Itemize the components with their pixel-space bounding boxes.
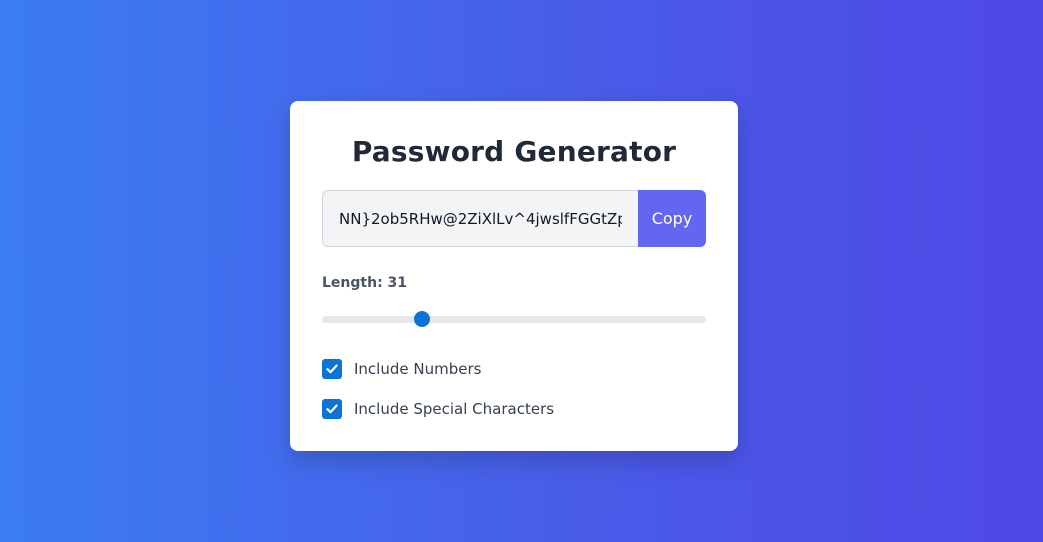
password-output-row: Copy bbox=[322, 190, 706, 247]
length-slider[interactable] bbox=[322, 309, 706, 329]
slider-track[interactable] bbox=[322, 316, 706, 323]
copy-button[interactable]: Copy bbox=[638, 190, 706, 247]
password-output-field[interactable] bbox=[322, 190, 638, 247]
checkmark-icon bbox=[326, 364, 338, 374]
include-special-label: Include Special Characters bbox=[354, 400, 555, 418]
slider-thumb[interactable] bbox=[414, 311, 430, 327]
include-special-checkbox[interactable] bbox=[322, 399, 342, 419]
include-special-option[interactable]: Include Special Characters bbox=[322, 398, 706, 420]
length-label: Length: 31 bbox=[322, 275, 408, 291]
password-generator-card: Password Generator Copy Length: 31 Inclu… bbox=[290, 101, 738, 451]
include-numbers-checkbox[interactable] bbox=[322, 359, 342, 379]
page-title: Password Generator bbox=[351, 135, 677, 168]
checkmark-icon bbox=[326, 404, 338, 414]
include-numbers-label: Include Numbers bbox=[354, 360, 482, 378]
include-numbers-option[interactable]: Include Numbers bbox=[322, 358, 706, 380]
